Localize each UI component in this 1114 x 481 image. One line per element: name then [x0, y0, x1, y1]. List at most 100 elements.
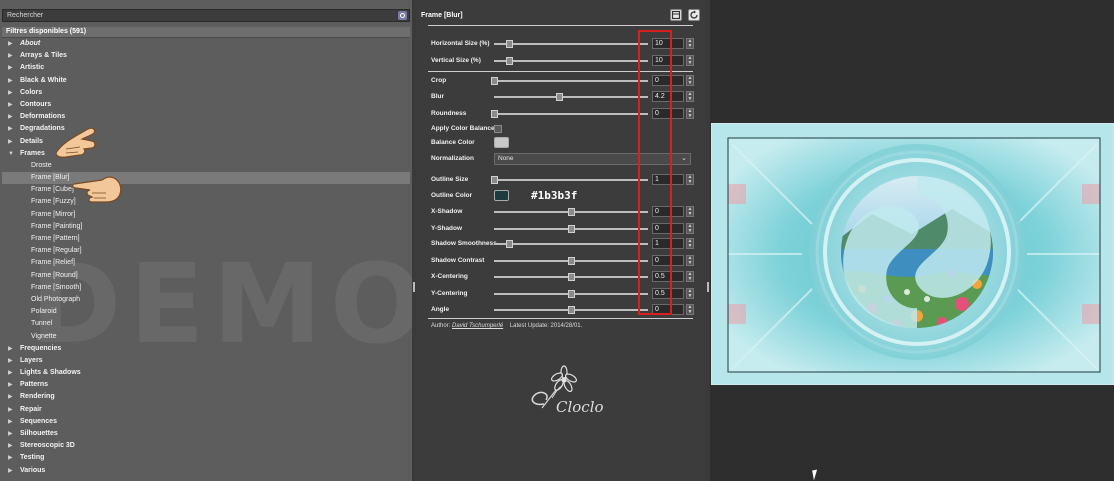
spinner-arrows-icon[interactable]: ▲ ▼ — [686, 75, 694, 86]
triangle-right-icon[interactable]: ▶ — [8, 452, 13, 464]
triangle-right-icon[interactable]: ▶ — [8, 440, 13, 452]
tree-category-item[interactable]: ▶ About — [2, 38, 410, 50]
tree-filter-item[interactable]: Frame [Pattern] — [2, 233, 410, 245]
triangle-right-icon[interactable]: ▶ — [8, 428, 13, 440]
reset-button[interactable] — [688, 9, 700, 21]
preview-image[interactable] — [711, 123, 1114, 385]
slider-thumb[interactable] — [491, 110, 498, 118]
vertical-size-value-input[interactable]: 10 — [652, 55, 684, 66]
tree-category-item[interactable]: ▶ Black & White — [2, 75, 410, 87]
shadow-contrast-value-input[interactable]: 0 — [652, 255, 684, 266]
triangle-right-icon[interactable]: ▶ — [8, 404, 13, 416]
tree-category-item[interactable]: ▶ Layers — [2, 355, 410, 367]
tree-category-item[interactable]: ▶ Stereoscopic 3D — [2, 440, 410, 452]
slider-thumb[interactable] — [568, 306, 575, 314]
tree-category-item[interactable]: ▶ Silhouettes — [2, 428, 410, 440]
slider-thumb[interactable] — [491, 176, 498, 184]
spinner-arrows-icon[interactable]: ▲ ▼ — [686, 38, 694, 49]
tree-filter-item[interactable]: Old Photograph — [2, 294, 410, 306]
spinner-arrows-icon[interactable]: ▲ ▼ — [686, 288, 694, 299]
spinner-arrows-icon[interactable]: ▲ ▼ — [686, 55, 694, 66]
crop-value-input[interactable]: 0 — [652, 75, 684, 86]
tree-category-item[interactable]: ▶ Lights & Shadows — [2, 367, 410, 379]
triangle-right-icon[interactable]: ▶ — [8, 62, 13, 74]
normalization-select[interactable]: None ⌄ — [494, 153, 691, 165]
tree-filter-item[interactable]: Frame [Regular] — [2, 245, 410, 257]
tree-category-item[interactable]: ▶ Colors — [2, 87, 410, 99]
outline-color-swatch[interactable] — [494, 190, 509, 201]
tree-category-item[interactable]: ▶ Various — [2, 465, 410, 477]
angle-value-input[interactable]: 0 — [652, 304, 684, 315]
blur-slider[interactable] — [494, 93, 648, 101]
triangle-right-icon[interactable]: ▶ — [8, 465, 13, 477]
tree-filter-item[interactable]: Frame [Smooth] — [2, 282, 410, 294]
tree-category-item[interactable]: ▶ Contours — [2, 99, 410, 111]
outline-size-value-input[interactable]: 1 — [652, 174, 684, 185]
tree-category-item[interactable]: ▶ Artistic — [2, 62, 410, 74]
slider-thumb[interactable] — [568, 225, 575, 233]
spinner-arrows-icon[interactable]: ▲ ▼ — [686, 238, 694, 249]
vertical-size-slider[interactable] — [494, 57, 648, 65]
splitter-grip[interactable] — [707, 282, 709, 292]
slider-thumb[interactable] — [555, 93, 563, 101]
spinner-arrows-icon[interactable]: ▲ ▼ — [686, 255, 694, 266]
tree-category-item[interactable]: ▶ Testing — [2, 452, 410, 464]
tree-filter-item[interactable]: Frame [Blur] — [2, 172, 410, 185]
author-link[interactable]: David Tschumperlé — [452, 323, 503, 329]
tree-category-item[interactable]: ▶ Patterns — [2, 379, 410, 391]
triangle-right-icon[interactable]: ▶ — [8, 99, 13, 111]
spinner-arrows-icon[interactable]: ▲ ▼ — [686, 223, 694, 234]
tree-category-item[interactable]: ▶ Sequences — [2, 416, 410, 428]
triangle-right-icon[interactable]: ▶ — [8, 343, 13, 355]
tree-filter-item[interactable]: Vignette — [2, 331, 410, 343]
triangle-right-icon[interactable]: ▶ — [8, 111, 13, 123]
slider-thumb[interactable] — [568, 273, 575, 281]
triangle-right-icon[interactable]: ▶ — [8, 367, 13, 379]
apply-color-balance-checkbox[interactable] — [494, 125, 502, 133]
slider-thumb[interactable] — [506, 40, 514, 48]
splitter-grip[interactable] — [413, 282, 415, 292]
triangle-right-icon[interactable]: ▶ — [8, 50, 13, 62]
tree-filter-item[interactable]: Frame [Fuzzy] — [2, 196, 410, 208]
x-shadow-slider[interactable] — [494, 208, 648, 216]
slider-thumb[interactable] — [568, 257, 575, 265]
tree-filter-item[interactable]: Droste — [2, 160, 410, 172]
triangle-right-icon[interactable]: ▶ — [8, 38, 13, 50]
horizontal-size-slider[interactable] — [494, 40, 648, 48]
tree-category-item[interactable]: ▶ Repair — [2, 404, 410, 416]
triangle-right-icon[interactable]: ▶ — [8, 379, 13, 391]
spinner-arrows-icon[interactable]: ▲ ▼ — [686, 174, 694, 185]
spinner-arrows-icon[interactable]: ▲ ▼ — [686, 271, 694, 282]
tree-filter-item[interactable]: Frame [Relief] — [2, 257, 410, 269]
tree-category-item[interactable]: ▶ Frequencies — [2, 343, 410, 355]
y-shadow-slider[interactable] — [494, 225, 648, 233]
search-input[interactable]: Rechercher — [2, 9, 410, 22]
tree-filter-item[interactable]: Frame [Mirror] — [2, 209, 410, 221]
horizontal-size-value-input[interactable]: 10 — [652, 38, 684, 49]
tree-filter-item[interactable]: Polaroid — [2, 306, 410, 318]
tree-filter-item[interactable]: Frame [Round] — [2, 270, 410, 282]
slider-thumb[interactable] — [491, 77, 498, 85]
y-centering-value-input[interactable]: 0.5 — [652, 288, 684, 299]
balance-color-swatch[interactable] — [494, 137, 509, 148]
outline-size-slider[interactable] — [491, 176, 648, 184]
slider-thumb[interactable] — [568, 208, 575, 216]
tree-filter-item[interactable]: Tunnel — [2, 318, 410, 330]
triangle-right-icon[interactable]: ▶ — [8, 87, 13, 99]
slider-thumb[interactable] — [568, 290, 575, 298]
spinner-arrows-icon[interactable]: ▲ ▼ — [686, 304, 694, 315]
crop-slider[interactable] — [491, 77, 648, 85]
x-centering-slider[interactable] — [494, 273, 648, 281]
x-centering-value-input[interactable]: 0.5 — [652, 271, 684, 282]
tree-filter-item[interactable]: Frame [Cube] — [2, 184, 410, 196]
tree-category-item[interactable]: ▶ Rendering — [2, 391, 410, 403]
tree-filter-item[interactable]: Frame [Painting] — [2, 221, 410, 233]
shadow-smoothness-value-input[interactable]: 1 — [652, 238, 684, 249]
triangle-down-icon[interactable]: ▼ — [8, 148, 14, 160]
triangle-right-icon[interactable]: ▶ — [8, 391, 13, 403]
triangle-right-icon[interactable]: ▶ — [8, 123, 13, 135]
tree-category-item[interactable]: ▶ Deformations — [2, 111, 410, 123]
blur-value-input[interactable]: 4.2 — [652, 91, 684, 102]
roundness-slider[interactable] — [491, 110, 648, 118]
chevron-down-icon[interactable]: ⌄ — [681, 154, 687, 164]
